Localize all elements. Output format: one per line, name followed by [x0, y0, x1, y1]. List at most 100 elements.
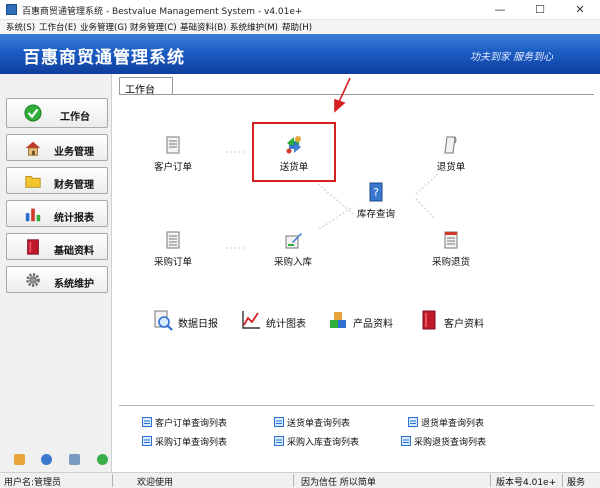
node-label: 库存查询 — [356, 209, 395, 220]
purchase-order-button[interactable]: 采购订单 — [133, 229, 213, 268]
tool-label: 客户资料 — [444, 319, 484, 330]
list-icon — [142, 417, 152, 427]
sidebar-item-label: 工作台 — [60, 112, 90, 123]
title-bar: 百惠商贸通管理系统 - Bestvalue Management System … — [0, 0, 600, 20]
menu-business[interactable]: 业务管理(G) — [80, 21, 127, 33]
sidebar-item-finance[interactable]: 财务管理 — [6, 167, 108, 194]
tool-label: 产品资料 — [353, 319, 393, 330]
sidebar-item-label: 业务管理 — [54, 147, 94, 158]
status-welcome: 欢迎使用 — [137, 478, 174, 488]
app-name: 百惠商贸通管理系统 — [23, 48, 185, 68]
minimize-button[interactable]: — — [480, 0, 520, 20]
daily-report-button[interactable]: 数据日报 — [152, 309, 222, 331]
window-icon[interactable] — [69, 454, 80, 465]
menu-workbench[interactable]: 工作台(E) — [39, 21, 77, 33]
check-icon — [24, 104, 42, 122]
status-divider — [112, 474, 113, 487]
query-label: 采购入库查询列表 — [287, 438, 360, 448]
delivery-icon — [286, 136, 301, 154]
status-divider — [490, 474, 491, 487]
svg-text:?: ? — [373, 186, 379, 199]
status-user: 用户名:管理员 — [4, 478, 62, 488]
line-chart-icon — [242, 311, 260, 329]
sidebar-item-business[interactable]: 业务管理 — [6, 134, 108, 161]
purchase-in-query-link[interactable]: 采购入库查询列表 — [274, 435, 384, 448]
status-version: 版本号4.01e+ — [496, 478, 557, 488]
help-book-icon: ? — [369, 182, 383, 202]
status-divider — [562, 474, 563, 487]
purchase-in-button[interactable]: 采购入库 — [253, 229, 333, 268]
maximize-button[interactable]: ☐ — [520, 0, 560, 20]
ledger-icon — [166, 231, 180, 249]
sidebar-item-basic-data[interactable]: 基础资料 — [6, 233, 108, 260]
purchase-return-button[interactable]: 采购退货 — [411, 229, 491, 268]
app-icon — [6, 4, 17, 15]
close-button[interactable]: ✕ — [560, 0, 600, 20]
sidebar-item-label: 基础资料 — [54, 246, 94, 257]
bar-chart-icon — [25, 208, 41, 222]
status-bar: 用户名:管理员 欢迎使用 因为信任 所以简单 版本号4.01e+ 服务 — [0, 472, 600, 488]
query-label: 采购订单查询列表 — [155, 438, 228, 448]
inventory-query-button[interactable]: ? 库存查询 — [336, 181, 416, 220]
customer-info-button[interactable]: 客户资料 — [418, 309, 488, 331]
workspace: 工作台 客户订单 送货单 退货单 ? 库存查询 采购订单 采购入库 采购退货 数… — [113, 74, 600, 472]
delivery-note-button[interactable]: 送货单 — [252, 134, 336, 173]
list-icon — [408, 417, 418, 427]
purchase-return-query-link[interactable]: 采购退货查询列表 — [401, 435, 511, 448]
product-info-button[interactable]: 产品资料 — [327, 309, 397, 331]
menu-basic-data[interactable]: 基础资料(B) — [180, 21, 226, 33]
sidebar-item-workbench[interactable]: 工作台 — [6, 98, 108, 128]
sidebar: 工作台 业务管理 财务管理 统计报表 基础资料 系统维护 — [0, 74, 112, 472]
scroll-icon — [166, 136, 180, 154]
return-note-button[interactable]: 退货单 — [411, 134, 491, 173]
node-label: 送货单 — [279, 162, 309, 173]
list-icon — [274, 436, 284, 446]
status-divider — [293, 474, 294, 487]
red-book-icon — [422, 310, 436, 330]
house-icon — [25, 141, 41, 156]
list-icon — [401, 436, 411, 446]
query-label: 送货单查询列表 — [287, 419, 351, 429]
magnifier-icon — [154, 310, 173, 331]
customer-order-query-link[interactable]: 客户订单查询列表 — [142, 416, 252, 429]
query-links: 客户订单查询列表 送货单查询列表 退货单查询列表 采购订单查询列表 采购入库查询… — [119, 405, 594, 469]
query-label: 采购退货查询列表 — [414, 438, 487, 448]
menu-help[interactable]: 帮助(H) — [282, 21, 312, 33]
return-query-link[interactable]: 退货单查询列表 — [408, 416, 508, 429]
sidebar-item-label: 统计报表 — [54, 213, 94, 224]
book-icon — [27, 239, 39, 255]
clock-icon[interactable] — [41, 454, 52, 465]
menu-finance[interactable]: 财务管理(C) — [130, 21, 177, 33]
tool-label: 数据日报 — [178, 319, 218, 330]
clipboard-pen-icon — [285, 233, 302, 249]
list-icon — [274, 417, 284, 427]
document-icon — [444, 136, 457, 154]
node-label: 客户订单 — [153, 162, 192, 173]
window-title: 百惠商贸通管理系统 - Bestvalue Management System … — [22, 7, 303, 17]
query-label: 退货单查询列表 — [421, 419, 485, 429]
tool-label: 统计图表 — [266, 319, 306, 330]
blocks-icon — [330, 312, 346, 328]
edit-icon[interactable] — [14, 454, 25, 465]
node-label: 退货单 — [436, 162, 466, 173]
sidebar-item-label: 系统维护 — [54, 279, 94, 290]
query-label: 客户订单查询列表 — [155, 419, 228, 429]
menu-bar: 系统(S) 工作台(E) 业务管理(G) 财务管理(C) 基础资料(B) 系统维… — [0, 20, 600, 34]
list-icon — [142, 436, 152, 446]
delivery-query-link[interactable]: 送货单查询列表 — [274, 416, 374, 429]
customer-order-button[interactable]: 客户订单 — [133, 134, 213, 173]
gear-icon — [26, 273, 40, 287]
refresh-icon[interactable] — [97, 454, 108, 465]
folder-icon — [25, 176, 41, 188]
slogan: 功夫到家 服务到心 — [470, 52, 554, 63]
report-icon — [444, 231, 458, 249]
status-service: 服务 — [567, 478, 586, 488]
stats-chart-button[interactable]: 统计图表 — [240, 309, 310, 331]
purchase-order-query-link[interactable]: 采购订单查询列表 — [142, 435, 252, 448]
sidebar-item-maintenance[interactable]: 系统维护 — [6, 266, 108, 293]
menu-system[interactable]: 系统(S) — [6, 21, 35, 33]
status-motto: 因为信任 所以简单 — [301, 478, 376, 488]
menu-maintenance[interactable]: 系统维护(M) — [230, 21, 278, 33]
node-label: 采购订单 — [153, 257, 192, 268]
sidebar-item-reports[interactable]: 统计报表 — [6, 200, 108, 227]
